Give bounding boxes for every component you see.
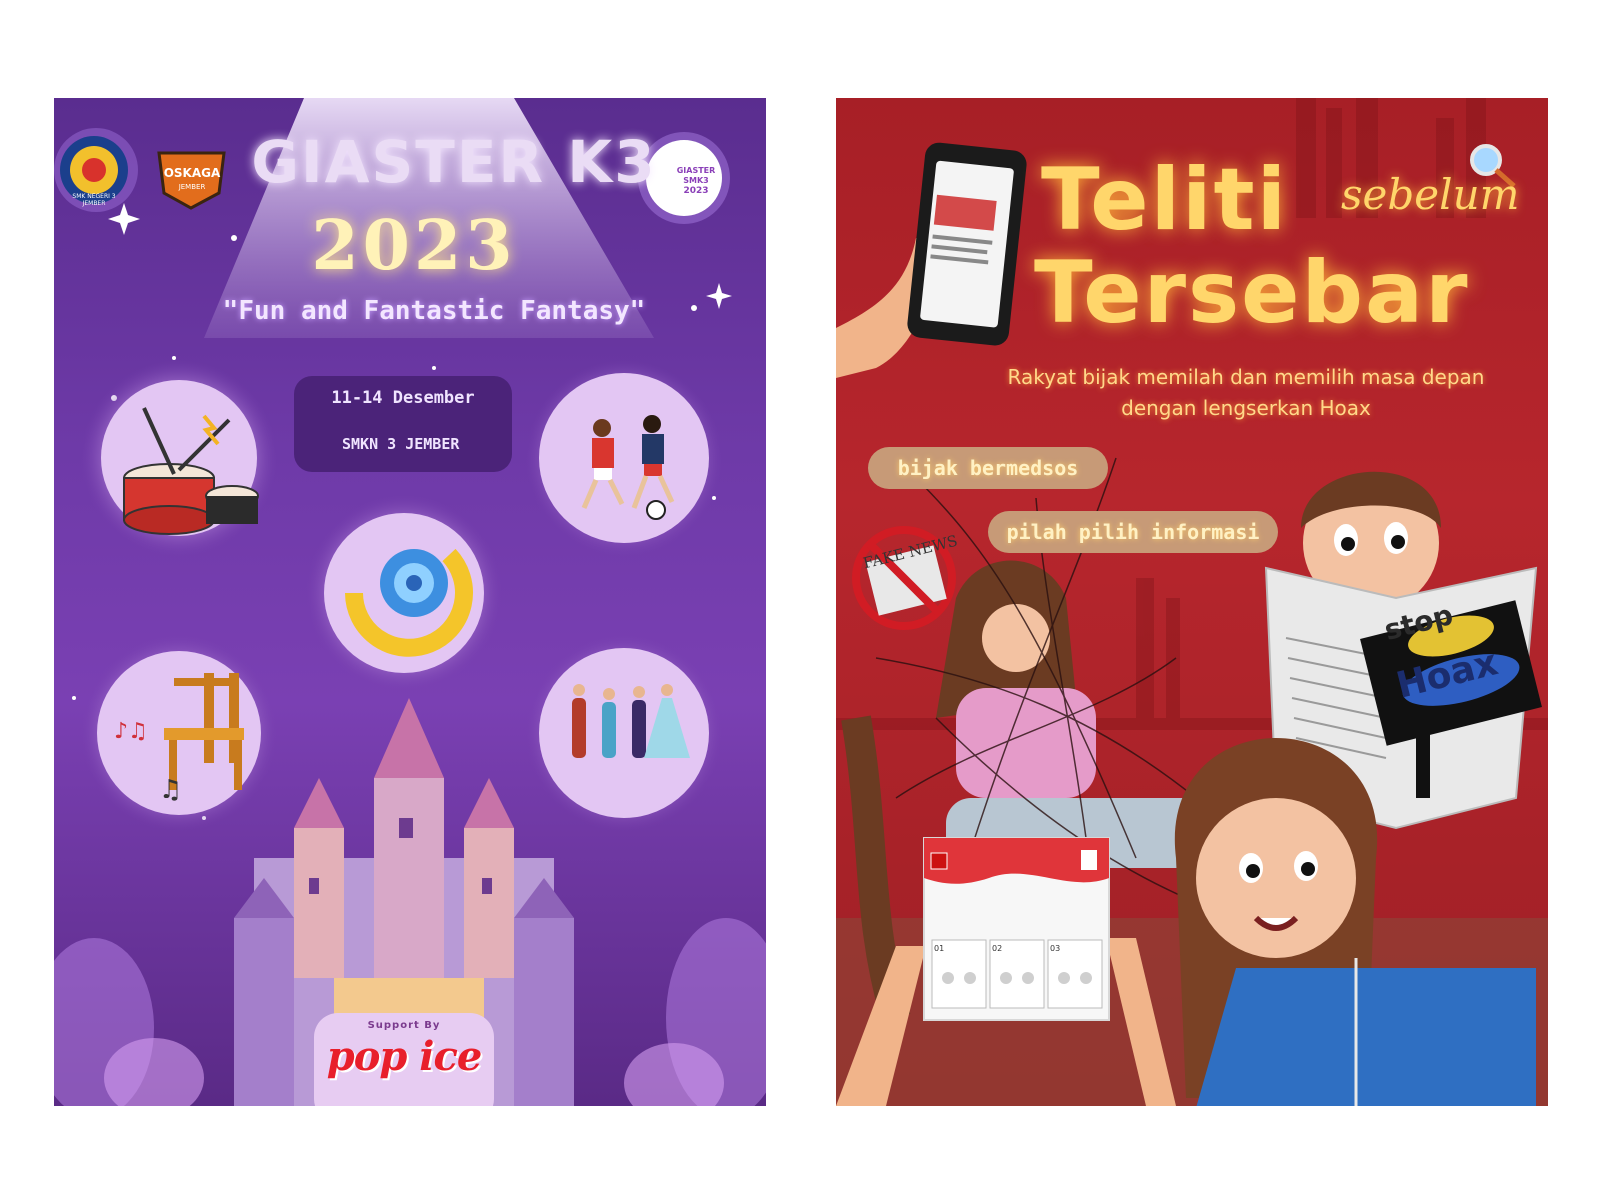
event-date: 11-14 Desember xyxy=(331,388,475,408)
poster-hoax: Teliti sebelum Tersebar Rakyat bijak mem… xyxy=(836,98,1548,1106)
pill-pilah-pilih: pilah pilih informasi xyxy=(988,511,1278,553)
poster-year: 2023 xyxy=(311,206,517,286)
event-location: SMKN 3 JEMBER xyxy=(342,435,460,453)
sponsor-logo: pop ice xyxy=(326,1033,483,1080)
subtitle-line2: dengan lengserkan Hoax xyxy=(1121,396,1371,420)
poster-subtitle: Rakyat bijak memilah dan memilih masa de… xyxy=(986,362,1506,424)
poster-title: GIASTER K3 xyxy=(251,128,657,196)
poster-tagline: "Fun and Fantastic Fantasy" xyxy=(222,296,646,326)
logo-oskaga: OSKAGA xyxy=(163,166,221,180)
subtitle-line1: Rakyat bijak memilah dan memilih masa de… xyxy=(1007,365,1485,389)
support-label: Support By xyxy=(367,1020,441,1031)
logo-oskaga-sub: JEMBER xyxy=(178,183,206,191)
poster-giaster: ♪♫ ♫ SMK NEGERI 3 JEMBER OSKAGA JEMBER G… xyxy=(54,98,766,1106)
ballot-number-1: 01 xyxy=(934,944,945,953)
svg-text:♪♫: ♪♫ xyxy=(114,719,148,744)
pill-bijak-bermedsos: bijak bermedsos xyxy=(868,447,1108,489)
title-script: sebelum xyxy=(1341,170,1520,219)
logo-giaster-line1: GIASTER xyxy=(676,166,716,175)
title-line2: Tersebar xyxy=(1034,243,1470,343)
logo-giaster-line3: 2023 xyxy=(683,186,709,196)
ballot-number-3: 03 xyxy=(1050,944,1061,953)
logo-smkn3: SMK NEGERI 3 JEMBER xyxy=(72,193,116,207)
svg-text:♫: ♫ xyxy=(159,775,182,805)
phone-icon xyxy=(836,142,1027,378)
logo-giaster-line2: SMK3 xyxy=(683,176,709,185)
title-line1: Teliti xyxy=(1041,150,1289,250)
ballot-number-2: 02 xyxy=(992,944,1003,953)
